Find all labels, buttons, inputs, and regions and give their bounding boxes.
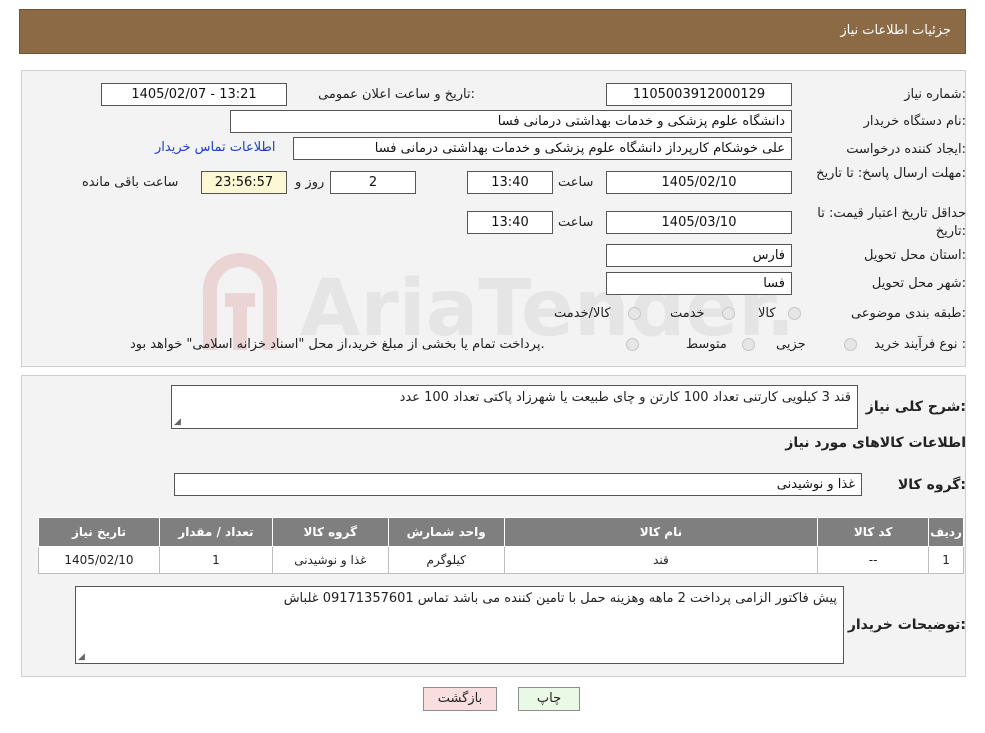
remaining-label: ساعت باقی مانده	[82, 175, 179, 190]
buyer-org-field: دانشگاه علوم پزشکی و خدمات بهداشتی درمان…	[230, 110, 792, 133]
remaining-time-field: 23:56:57	[201, 171, 287, 194]
purchase-type-label: نوع فرآیند خرید :	[874, 337, 966, 352]
province-field: فارس	[606, 244, 792, 267]
resize-grip-icon[interactable]: ◢	[174, 417, 181, 427]
creator-label: ایجاد کننده درخواست:	[846, 142, 966, 157]
deadline-date-field: 1405/02/10	[606, 171, 792, 194]
category-service-label: خدمت	[670, 306, 705, 321]
creator-field: علی خوشکام کارپرداز دانشگاه علوم پزشکی و…	[293, 137, 792, 160]
col-row-header: ردیف	[928, 517, 964, 547]
page-title: جزئیات اطلاعات نیاز	[840, 23, 951, 38]
summary-text: قند 3 کیلویی کارتنی تعداد 100 کارتن و چا…	[399, 390, 851, 405]
category-goods-label: کالا	[758, 306, 776, 321]
category-goods-service-label: کالا/خدمت	[554, 306, 611, 321]
goods-group-field: غذا و نوشیدنی	[174, 473, 862, 496]
purchase-minor-label: جزیی	[776, 337, 806, 352]
purchase-note: پرداخت تمام یا بخشی از مبلغ خرید،از محل …	[130, 337, 545, 352]
resize-grip-icon[interactable]: ◢	[78, 652, 85, 662]
cell-name: قند	[503, 546, 819, 574]
goods-info-title: اطلاعات کالاهای مورد نیاز	[785, 435, 966, 451]
buyer-org-label: نام دستگاه خریدار:	[863, 114, 966, 129]
col-qty-header: تعداد / مقدار	[158, 517, 273, 547]
purchase-minor-radio[interactable]	[844, 338, 857, 351]
buyer-notes-label: توضیحات خریدار:	[847, 617, 966, 633]
page-header: جزئیات اطلاعات نیاز	[19, 9, 966, 54]
buyer-notes-textarea[interactable]: پیش فاکتور الزامی پرداخت 2 ماهه وهزینه ح…	[75, 586, 844, 664]
col-code-header: کد کالا	[817, 517, 930, 547]
col-name-header: نام کالا	[503, 517, 819, 547]
deadline-time-label: ساعت	[558, 175, 594, 190]
summary-label: شرح کلی نیاز:	[865, 399, 966, 415]
cell-row: 1	[928, 546, 964, 574]
need-number-field: 1105003912000129	[606, 83, 792, 106]
city-field: فسا	[606, 272, 792, 295]
category-service-radio[interactable]	[722, 307, 735, 320]
validity-label: حداقل تاریخ اعتبار قیمت: تا تاریخ:	[817, 206, 966, 239]
table-row: 1 -- قند کیلوگرم غذا و نوشیدنی 1 1405/02…	[38, 546, 964, 574]
deadline-time-field: 13:40	[467, 171, 553, 194]
purchase-medium-radio[interactable]	[742, 338, 755, 351]
col-group-header: گروه کالا	[271, 517, 389, 547]
table-header-row: ردیف کد کالا نام کالا واحد شمارش گروه کا…	[38, 517, 964, 547]
items-table-wrapper: ردیف کد کالا نام کالا واحد شمارش گروه کا…	[38, 517, 966, 574]
validity-time-field: 13:40	[467, 211, 553, 234]
category-goods-radio[interactable]	[788, 307, 801, 320]
back-button[interactable]: بازگشت	[423, 687, 497, 711]
need-number-label: شماره نیاز:	[904, 87, 966, 102]
summary-textarea[interactable]: قند 3 کیلویی کارتنی تعداد 100 کارتن و چا…	[171, 385, 858, 429]
deadline-label: مهلت ارسال پاسخ: تا تاریخ:	[816, 166, 966, 181]
purchase-medium-label: متوسط	[686, 337, 727, 352]
validity-time-label: ساعت	[558, 215, 594, 230]
announce-label: تاریخ و ساعت اعلان عمومی:	[318, 87, 475, 102]
cell-unit: کیلوگرم	[387, 546, 505, 574]
buyer-notes-text: پیش فاکتور الزامی پرداخت 2 ماهه وهزینه ح…	[283, 591, 837, 606]
days-label: روز و	[295, 175, 325, 190]
cell-group: غذا و نوشیدنی	[271, 546, 389, 574]
deadline-days-field: 2	[330, 171, 416, 194]
items-table: ردیف کد کالا نام کالا واحد شمارش گروه کا…	[38, 517, 964, 574]
city-label: شهر محل تحویل:	[871, 276, 966, 291]
province-label: استان محل تحویل:	[864, 248, 966, 263]
buyer-contact-link[interactable]: اطلاعات تماس خریدار	[155, 140, 275, 155]
announce-field: 1405/02/07 - 13:21	[101, 83, 287, 106]
category-goods-service-radio[interactable]	[628, 307, 641, 320]
cell-code: --	[817, 546, 930, 574]
cell-date: 1405/02/10	[38, 546, 160, 574]
print-button[interactable]: چاپ	[518, 687, 580, 711]
purchase-treasury-checkbox[interactable]	[626, 338, 639, 351]
validity-date-field: 1405/03/10	[606, 211, 792, 234]
col-date-header: تاریخ نیاز	[38, 517, 160, 547]
goods-group-label: گروه کالا:	[897, 477, 966, 493]
category-label: طبقه بندی موضوعی:	[850, 306, 966, 321]
col-unit-header: واحد شمارش	[387, 517, 505, 547]
cell-qty: 1	[158, 546, 273, 574]
